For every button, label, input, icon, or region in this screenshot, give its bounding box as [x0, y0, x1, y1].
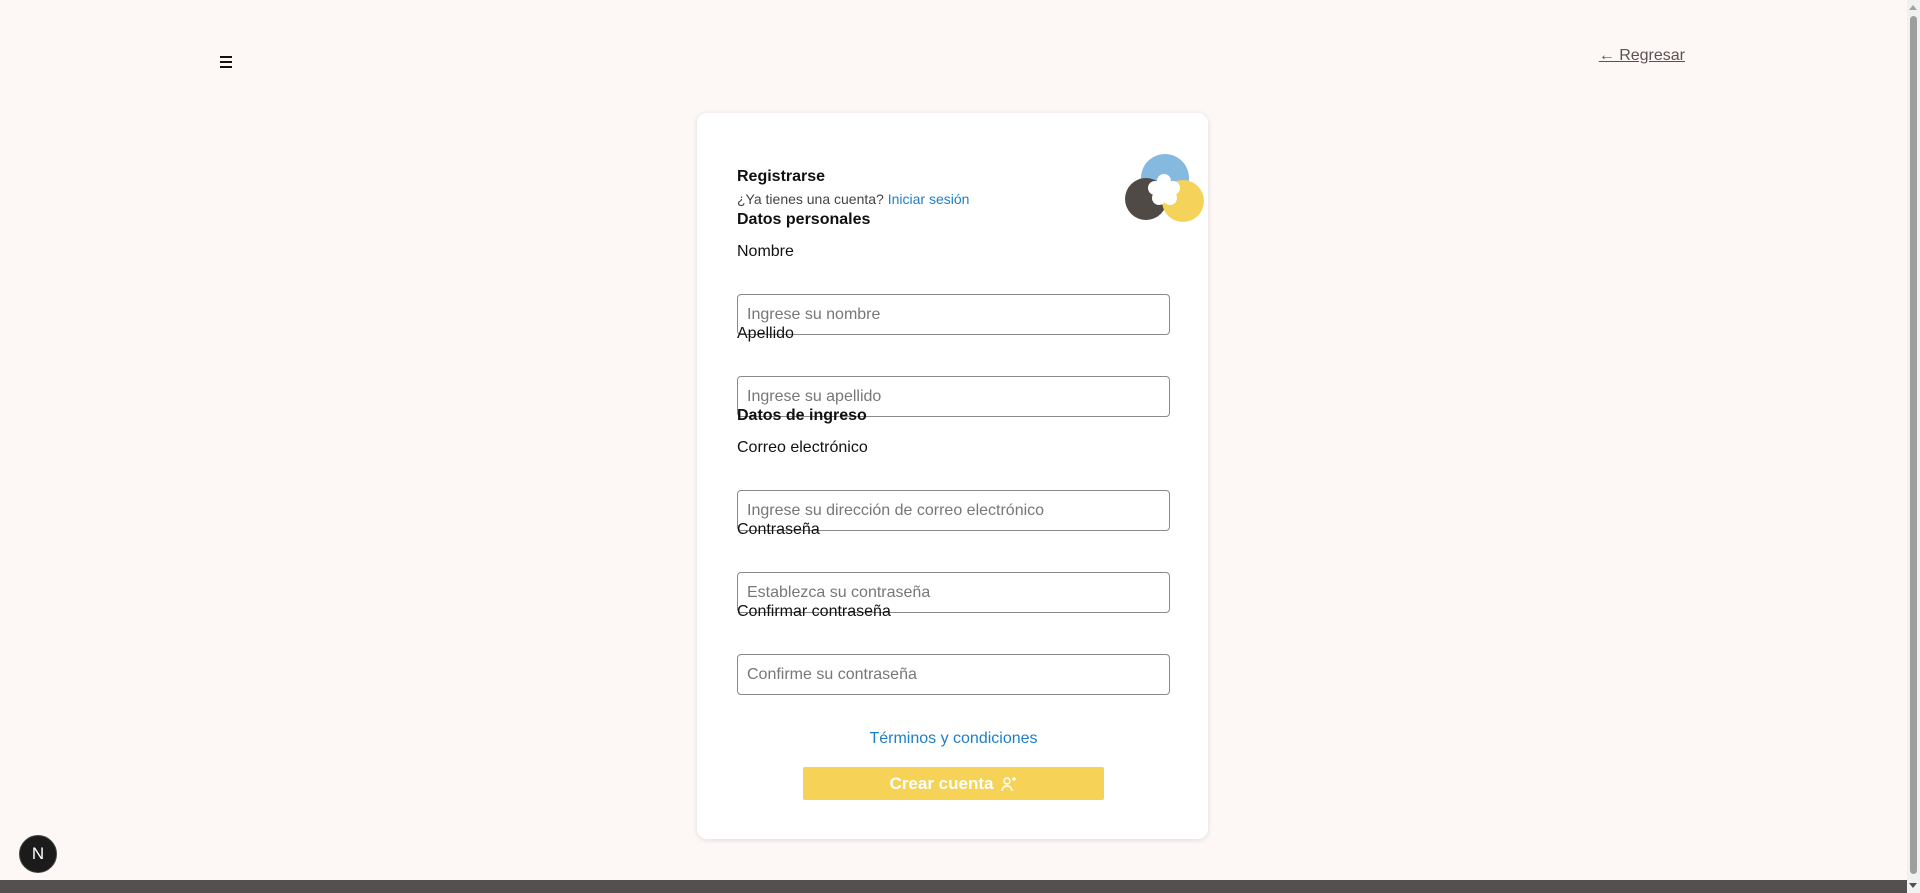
login-prompt-text: ¿Ya tienes una cuenta?: [737, 191, 884, 207]
back-link[interactable]: ← Regresar: [1599, 47, 1685, 65]
section-login: Datos de ingreso: [737, 407, 867, 424]
section-personal: Datos personales: [737, 211, 871, 228]
page-title: Registrarse: [737, 168, 826, 185]
create-account-label: Crear cuenta: [889, 773, 994, 793]
login-link[interactable]: Iniciar sesión: [888, 191, 970, 207]
nombre-input[interactable]: [737, 294, 1170, 335]
terms-link[interactable]: Términos y condiciones: [737, 730, 1170, 748]
scroll-down-arrow-icon[interactable]: [1909, 883, 1917, 888]
bottom-bar: [0, 880, 1907, 893]
scroll-up-arrow-icon[interactable]: [1909, 5, 1917, 10]
confirmar-label: Confirmar contraseña: [737, 603, 891, 620]
flower-circles-logo: [1125, 154, 1204, 222]
correo-label: Correo electrónico: [737, 439, 868, 456]
nextjs-badge[interactable]: N: [19, 835, 57, 873]
apellido-label: Apellido: [737, 325, 794, 342]
login-prompt: ¿Ya tienes una cuenta? Iniciar sesión: [737, 191, 969, 207]
create-account-button[interactable]: Crear cuenta: [803, 767, 1104, 800]
scroll-thumb[interactable]: [1910, 16, 1917, 874]
confirm-password-input[interactable]: [737, 654, 1170, 695]
nombre-label: Nombre: [737, 243, 794, 260]
scrollbar[interactable]: [1907, 0, 1920, 893]
hamburger-menu-icon[interactable]: [220, 56, 234, 70]
register-card: Registrarse ¿Ya tienes una cuenta? Inici…: [697, 113, 1208, 839]
contrasena-label: Contraseña: [737, 521, 820, 538]
user-plus-icon: [1001, 776, 1017, 791]
